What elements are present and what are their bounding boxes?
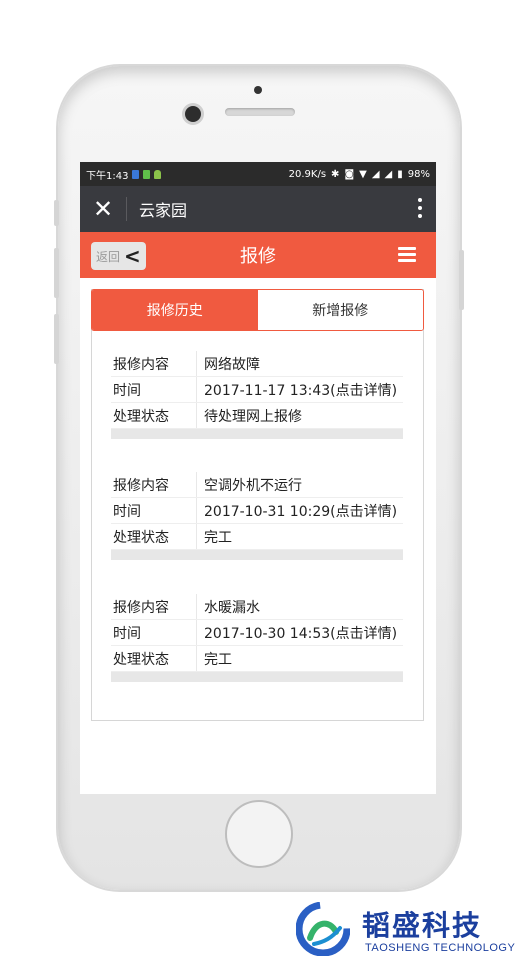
hamburger-menu-icon[interactable] [398,247,416,265]
status-value: 完工 [204,529,232,546]
battery-icon: ▮ [397,168,403,180]
status-label: 处理状态 [111,646,197,671]
content-label: 报修内容 [111,594,197,619]
record-status-row: 处理状态 完工 [111,646,403,672]
android-icon [154,169,162,179]
time-label: 时间 [111,498,197,523]
content-label: 报修内容 [111,351,197,376]
status-bar: 下午1:43 20.9K/s ✱ ◙ ▼ ◢ ◢ ▮ 98% [80,162,436,186]
content-label: 报修内容 [111,472,197,497]
page-header: 返回 < 报修 [80,232,436,278]
status-value: 待处理网上报修 [204,408,302,425]
repair-record[interactable]: 报修内容 空调外机不运行 时间 2017-10-31 10:29(点击详情) 处… [111,472,403,560]
content-value: 网络故障 [204,356,260,373]
status-value: 完工 [204,651,232,668]
back-button[interactable]: 返回 < [91,242,146,270]
tab-new-repair[interactable]: 新增报修 [257,290,423,330]
taosheng-logo-icon [296,902,350,956]
close-icon[interactable]: ✕ [80,186,126,232]
home-button[interactable] [225,800,293,868]
wechat-nav-bar: ✕ 云家园 [80,186,436,232]
record-time-row[interactable]: 时间 2017-10-31 10:29(点击详情) [111,498,403,524]
signal-icon: ◢ [371,168,380,180]
time-value-link[interactable]: 2017-10-31 10:29(点击详情) [197,501,397,521]
time-label: 时间 [111,377,197,402]
repair-record[interactable]: 报修内容 网络故障 时间 2017-11-17 13:43(点击详情) 处理状态… [111,351,403,439]
record-divider-bar [111,429,403,439]
record-divider-bar [111,550,403,560]
nav-divider [126,197,127,221]
record-time-row[interactable]: 时间 2017-10-30 14:53(点击详情) [111,620,403,646]
notification-icon [132,169,140,179]
status-label: 处理状态 [111,403,197,428]
battery-percent: 98% [407,168,430,180]
record-content-row: 报修内容 网络故障 [111,351,403,377]
signal-icon-2: ◢ [384,168,393,180]
content-value: 空调外机不运行 [204,477,302,494]
power-button [459,250,464,310]
volume-up-button [54,248,59,298]
record-time-row[interactable]: 时间 2017-11-17 13:43(点击详情) [111,377,403,403]
app-notification-icon [143,169,151,179]
record-status-row: 处理状态 待处理网上报修 [111,403,403,429]
tab-bar: 报修历史 新增报修 [91,289,424,331]
status-time: 下午1:43 [86,170,129,182]
network-speed: 20.9K/s [288,168,327,180]
nav-title: 云家园 [139,201,188,220]
tab-repair-history[interactable]: 报修历史 [92,290,258,330]
sensor-dot [254,86,262,94]
page-content: 返回 < 报修 报修历史 新增报修 报修内容 网络故障 时间 2017-11-1… [80,232,436,794]
page-title: 报修 [240,246,276,267]
record-content-row: 报修内容 水暖漏水 [111,594,403,620]
record-status-row: 处理状态 完工 [111,524,403,550]
volume-down-button [54,314,59,364]
brand-name-cn: 韬盛科技 [362,909,483,942]
time-value-link[interactable]: 2017-11-17 13:43(点击详情) [197,380,397,400]
brand-name-en: TAOSHENG TECHNOLOGY [365,942,516,954]
record-divider-bar [111,672,403,682]
mute-switch [54,200,59,226]
content-value: 水暖漏水 [204,599,260,616]
wifi-icon: ▼ [359,168,367,180]
vibrate-icon: ◙ [344,168,355,180]
phone-screen: 下午1:43 20.9K/s ✱ ◙ ▼ ◢ ◢ ▮ 98% ✕ 云家园 返回 … [80,162,436,794]
earpiece-speaker [225,108,295,116]
more-vertical-icon[interactable] [418,198,422,222]
status-label: 处理状态 [111,524,197,549]
back-label: 返回 [96,249,121,264]
repair-record[interactable]: 报修内容 水暖漏水 时间 2017-10-30 14:53(点击详情) 处理状态… [111,594,403,682]
time-label: 时间 [111,620,197,645]
bluetooth-icon: ✱ [331,168,340,180]
chevron-left-icon: < [124,244,141,268]
front-camera [185,106,201,122]
time-value-link[interactable]: 2017-10-30 14:53(点击详情) [197,623,397,643]
record-content-row: 报修内容 空调外机不运行 [111,472,403,498]
